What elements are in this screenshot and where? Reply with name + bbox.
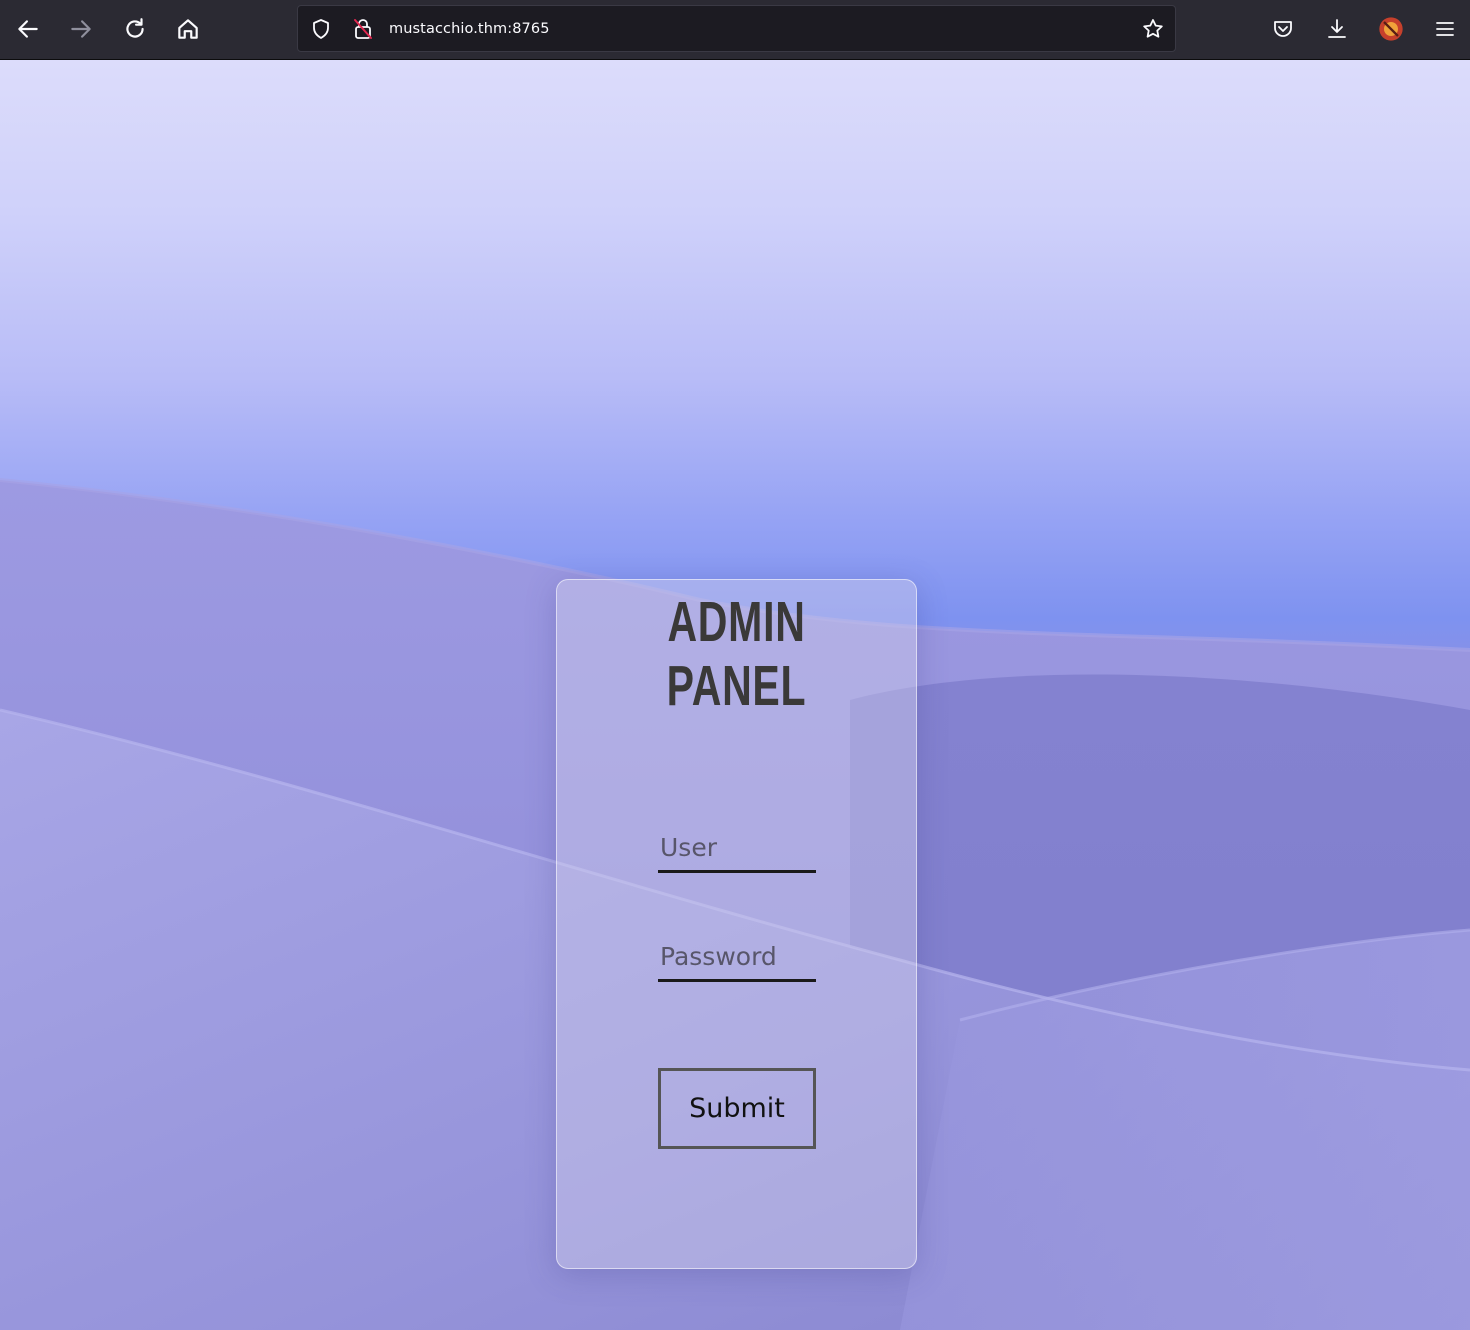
tracking-protection-button[interactable] xyxy=(304,12,338,46)
forward-arrow-icon xyxy=(71,20,91,38)
downloads-button[interactable] xyxy=(1320,12,1354,46)
menu-button[interactable] xyxy=(1428,12,1462,46)
login-card: ADMIN PANEL Submit xyxy=(556,579,917,1269)
url-bar[interactable]: mustacchio.thm:8765 xyxy=(297,5,1176,52)
insecure-lock-icon xyxy=(354,19,372,39)
page-title: ADMIN PANEL xyxy=(666,590,807,718)
back-button[interactable] xyxy=(11,12,45,46)
bookmark-button[interactable] xyxy=(1136,12,1170,46)
page-viewport: ADMIN PANEL Submit xyxy=(0,60,1470,1330)
extension-button[interactable] xyxy=(1374,12,1408,46)
pocket-button[interactable] xyxy=(1266,12,1300,46)
forward-button[interactable] xyxy=(64,12,98,46)
shield-icon xyxy=(313,19,329,39)
download-icon xyxy=(1328,19,1346,38)
hamburger-menu-icon xyxy=(1436,22,1454,36)
password-input[interactable] xyxy=(658,934,816,982)
extension-icon xyxy=(1379,17,1403,41)
star-icon xyxy=(1143,19,1163,38)
submit-button[interactable]: Submit xyxy=(658,1068,816,1149)
back-arrow-icon xyxy=(18,20,38,38)
home-button[interactable] xyxy=(171,12,205,46)
home-icon xyxy=(178,19,198,39)
pocket-icon xyxy=(1274,21,1292,37)
browser-toolbar: mustacchio.thm:8765 xyxy=(0,0,1470,60)
reload-icon xyxy=(126,18,144,38)
site-info-button[interactable] xyxy=(346,12,380,46)
url-text[interactable]: mustacchio.thm:8765 xyxy=(389,6,550,53)
reload-button[interactable] xyxy=(118,12,152,46)
user-input[interactable] xyxy=(658,825,816,873)
